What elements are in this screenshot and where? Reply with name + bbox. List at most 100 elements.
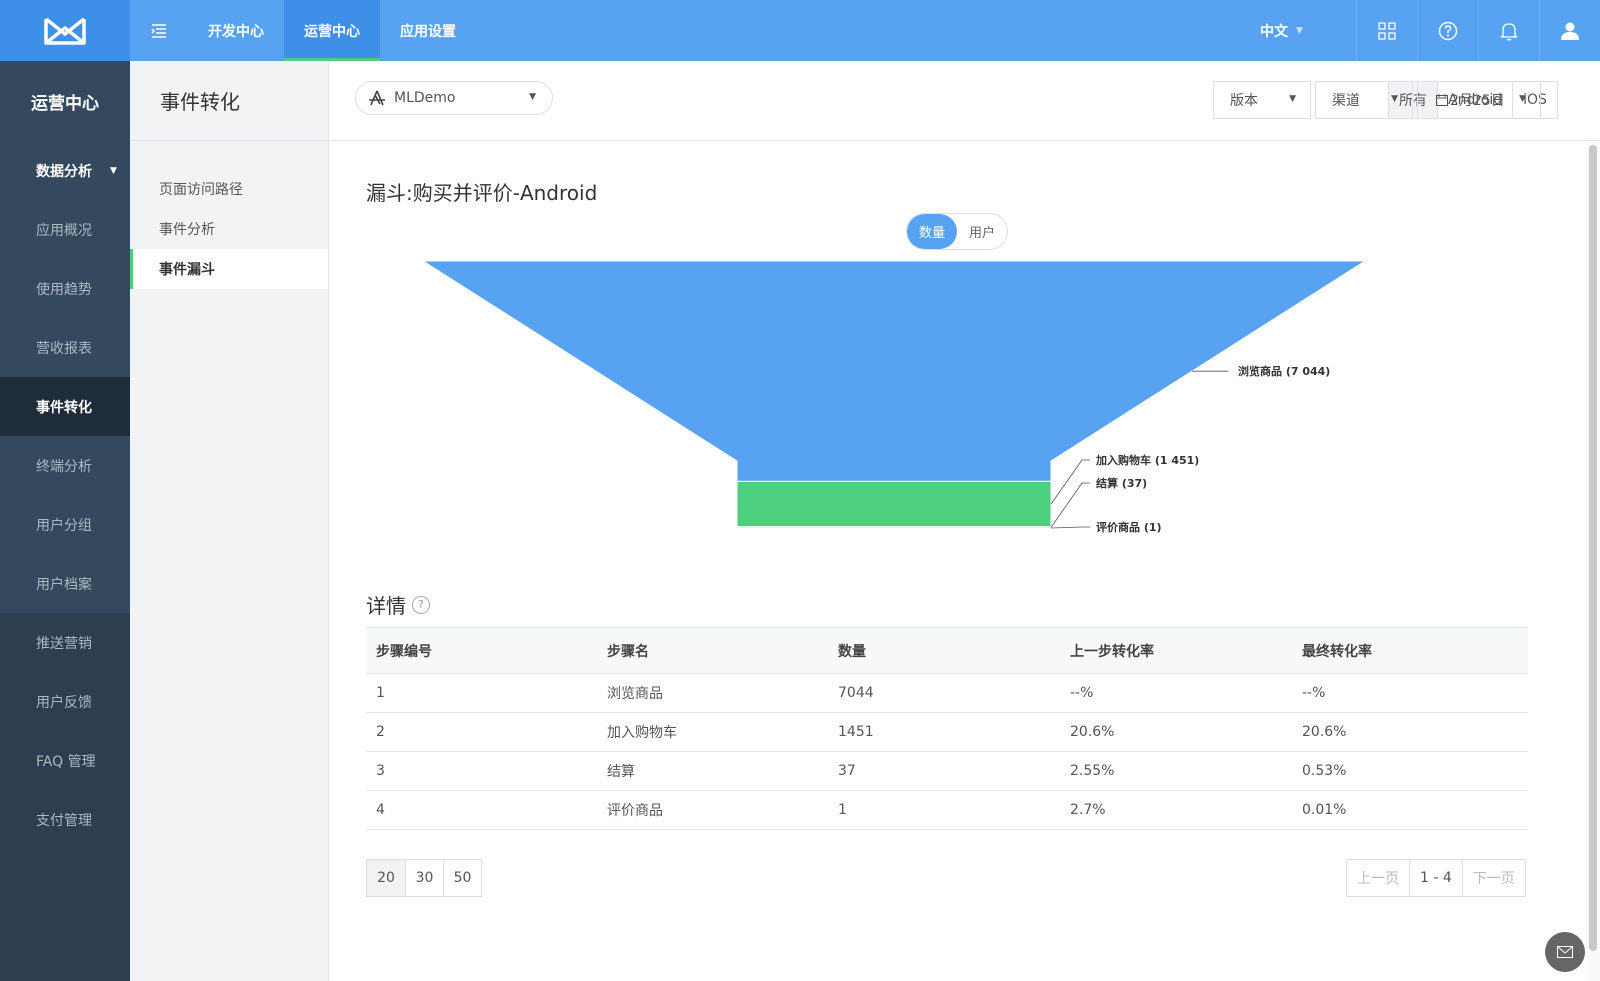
sidebar-item-revenue-report[interactable]: 营收报表 <box>0 318 130 377</box>
funnel-chart: 浏览商品 (7 044) 加入购物车 (1 451) 结算 (37) 评价商品 (1) <box>421 260 1367 534</box>
col-prev-rate: 上一步转化率 <box>1060 627 1292 674</box>
page-size-selector: 20 30 50 <box>366 859 482 897</box>
sidebar-item-app-overview[interactable]: 应用概况 <box>0 200 130 259</box>
cell: --% <box>1060 673 1292 713</box>
filter-bar: MLDemo ▼ 所有 Android iOS 版本 ▼ 渠道 ▼ 2月25日 … <box>330 61 1600 141</box>
metric-toggle: 数量 用户 <box>906 213 1009 250</box>
date-picker[interactable]: 2月25日 ▼ <box>1417 81 1541 119</box>
help-icon[interactable] <box>1417 0 1478 61</box>
next-page-button[interactable]: 下一页 <box>1461 860 1525 896</box>
page-range: 1 - 4 <box>1409 860 1462 896</box>
table-row: 3 结算 37 2.55% 0.53% <box>366 751 1528 791</box>
prev-page-button[interactable]: 上一页 <box>1347 860 1409 896</box>
page-title: 事件转化 <box>130 61 328 141</box>
logo-icon <box>44 17 86 45</box>
page-size-30[interactable]: 30 <box>405 860 443 896</box>
funnel-label: 结算 (37) <box>1095 476 1147 490</box>
cell: 1 <box>366 673 597 713</box>
cell: 浏览商品 <box>597 673 828 713</box>
funnel-leader-line <box>1050 526 1090 529</box>
col-step-name: 步骤名 <box>597 627 828 674</box>
col-count: 数量 <box>828 627 1060 674</box>
menu-toggle-icon[interactable] <box>130 0 188 61</box>
chevron-down-icon: ▼ <box>1289 94 1296 104</box>
nav-ops-center[interactable]: 运营中心 <box>284 0 380 61</box>
version-label: 版本 <box>1230 93 1258 109</box>
cell: 评价商品 <box>597 790 828 830</box>
table-row: 2 加入购物车 1451 20.6% 20.6% <box>366 712 1528 752</box>
pagination: 上一页 1 - 4 下一页 <box>1346 859 1526 897</box>
channel-label: 渠道 <box>1332 93 1360 109</box>
subnav-item-event-analysis[interactable]: 事件分析 <box>130 209 328 249</box>
funnel-label: 加入购物车 (1 451) <box>1095 453 1199 467</box>
details-title: 详情 ? <box>366 590 430 619</box>
version-dropdown[interactable]: 版本 ▼ <box>1213 81 1311 119</box>
cell: 2 <box>366 712 597 752</box>
sidebar-section-data-analysis[interactable]: 数据分析 ▼ <box>0 141 130 200</box>
sidebar-item-payment[interactable]: 支付管理 <box>0 790 130 849</box>
channel-dropdown[interactable]: 渠道 ▼ <box>1315 81 1413 119</box>
cell: --% <box>1292 673 1528 713</box>
cell: 0.53% <box>1292 751 1528 791</box>
cell: 2.55% <box>1060 751 1292 791</box>
sidebar-item-usage-trend[interactable]: 使用趋势 <box>0 259 130 318</box>
sidebar-item-push-marketing[interactable]: 推送营销 <box>0 613 130 672</box>
col-step-number: 步骤编号 <box>366 627 597 674</box>
apps-grid-icon[interactable] <box>1356 0 1417 61</box>
nav-dev-center[interactable]: 开发中心 <box>188 0 284 61</box>
table-row: 1 浏览商品 7044 --% --% <box>366 673 1528 713</box>
page-size-20[interactable]: 20 <box>367 860 405 896</box>
top-icons <box>1356 0 1600 61</box>
message-icon[interactable] <box>1545 932 1585 972</box>
cell: 2.7% <box>1060 790 1292 830</box>
chevron-down-icon: ▼ <box>110 165 117 176</box>
sidebar: 运营中心 数据分析 ▼ 应用概况 使用趋势 营收报表 事件转化 终端分析 用户分… <box>0 61 130 981</box>
sidebar-item-event-conversion[interactable]: 事件转化 <box>0 377 130 436</box>
funnel-segment <box>736 480 1052 528</box>
section-label: 数据分析 <box>36 163 92 180</box>
col-final-rate: 最终转化率 <box>1292 627 1528 674</box>
table-row: 4 评价商品 1 2.7% 0.01% <box>366 790 1528 830</box>
sidebar-item-user-feedback[interactable]: 用户反馈 <box>0 672 130 731</box>
cell: 1 <box>828 790 1060 830</box>
sidebar-item-user-profiles[interactable]: 用户档案 <box>0 554 130 613</box>
chevron-down-icon: ▼ <box>1296 25 1303 36</box>
chevron-down-icon: ▼ <box>1391 94 1398 104</box>
funnel-label: 浏览商品 (7 044) <box>1238 364 1330 378</box>
bell-icon[interactable] <box>1478 0 1539 61</box>
date-label: 2月25日 <box>1450 93 1505 109</box>
top-bar: 开发中心 运营中心 应用设置 中文 ▼ <box>0 0 1600 61</box>
top-nav: 开发中心 运营中心 应用设置 <box>188 0 476 61</box>
funnel-leader-line <box>1050 482 1090 528</box>
help-icon[interactable]: ? <box>412 595 430 614</box>
main-content: 漏斗:购买并评价-Android 数量 用户 浏览商品 (7 044) 加入购物车… <box>330 141 1586 981</box>
cell: 37 <box>828 751 1060 791</box>
cell: 1451 <box>828 712 1060 752</box>
cell: 3 <box>366 751 597 791</box>
cell: 0.01% <box>1292 790 1528 830</box>
app-logo[interactable] <box>0 0 130 61</box>
user-icon[interactable] <box>1539 0 1600 61</box>
sidebar-item-user-groups[interactable]: 用户分组 <box>0 495 130 554</box>
scrollbar[interactable] <box>1586 141 1600 981</box>
chevron-down-icon: ▼ <box>1519 94 1526 104</box>
sidebar-item-device-analysis[interactable]: 终端分析 <box>0 436 130 495</box>
language-label: 中文 <box>1260 23 1288 40</box>
scroll-thumb[interactable] <box>1589 145 1597 951</box>
sidebar-item-faq[interactable]: FAQ 管理 <box>0 731 130 790</box>
cell: 7044 <box>828 673 1060 713</box>
subnav-item-page-path[interactable]: 页面访问路径 <box>130 169 328 209</box>
app-store-icon <box>369 90 385 106</box>
cell: 加入购物车 <box>597 712 828 752</box>
funnel-label: 评价商品 (1) <box>1096 520 1162 534</box>
language-select[interactable]: 中文 ▼ <box>1260 0 1303 61</box>
sub-nav: 事件转化 页面访问路径 事件分析 事件漏斗 <box>130 61 329 981</box>
toggle-count[interactable]: 数量 <box>907 214 958 249</box>
subnav-item-event-funnel[interactable]: 事件漏斗 <box>130 249 328 289</box>
app-select[interactable]: MLDemo ▼ <box>355 81 553 115</box>
nav-app-settings[interactable]: 应用设置 <box>380 0 476 61</box>
cell: 20.6% <box>1292 712 1528 752</box>
toggle-users[interactable]: 用户 <box>957 214 1007 249</box>
calendar-icon <box>1436 94 1448 106</box>
page-size-50[interactable]: 50 <box>443 860 481 896</box>
